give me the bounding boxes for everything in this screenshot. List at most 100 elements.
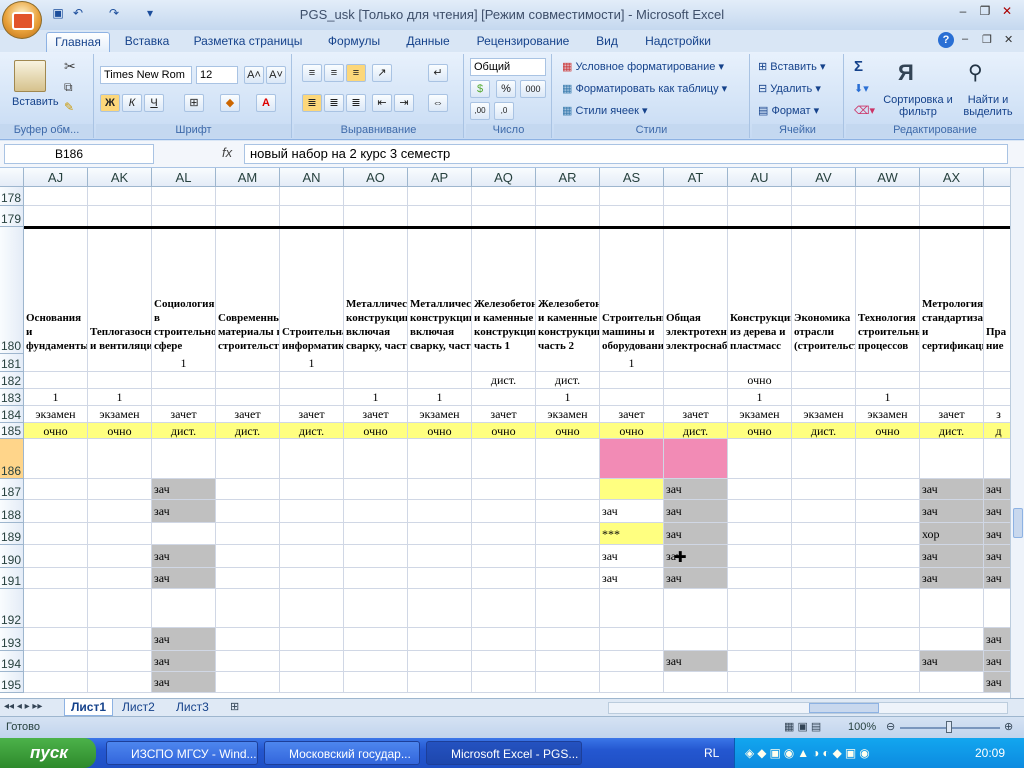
grid-cell[interactable] <box>216 479 280 500</box>
grid-cell[interactable] <box>88 206 152 227</box>
hscroll-thumb[interactable] <box>809 703 879 713</box>
grid-cell[interactable] <box>728 568 792 589</box>
grid-cell[interactable] <box>856 479 920 500</box>
horizontal-scrollbar[interactable] <box>608 702 1008 714</box>
grid-cell[interactable] <box>856 372 920 389</box>
insert-cells-button[interactable]: ⊞ Вставить ▾ <box>758 60 826 73</box>
bold-button[interactable]: Ж <box>100 94 120 112</box>
grid-cell[interactable] <box>24 568 88 589</box>
format-painter-icon[interactable]: ✎ <box>64 100 74 114</box>
mark-cell[interactable]: зач <box>664 568 728 589</box>
grid-cell[interactable] <box>344 439 408 479</box>
grid-cell[interactable] <box>536 651 600 672</box>
value-cell[interactable]: очно <box>24 423 88 439</box>
grid-cell[interactable] <box>88 589 152 628</box>
find-select-button[interactable]: Найти и выделить <box>956 94 1020 118</box>
grid-cell[interactable] <box>280 651 344 672</box>
grid-cell[interactable] <box>344 672 408 693</box>
mark-cell[interactable]: зач <box>984 672 1010 693</box>
grid-cell[interactable] <box>88 439 152 479</box>
grid-cell[interactable] <box>664 206 728 227</box>
grid-cell[interactable] <box>536 589 600 628</box>
grid-cell[interactable] <box>280 500 344 523</box>
value-cell[interactable]: экзамен <box>856 406 920 423</box>
grid-cell[interactable] <box>728 354 792 372</box>
grid-cell[interactable] <box>280 568 344 589</box>
grid-cell[interactable] <box>24 628 88 651</box>
grid-cell[interactable] <box>984 354 1010 372</box>
grid-cell[interactable] <box>280 206 344 227</box>
delete-cells-button[interactable]: ⊟ Удалить ▾ <box>758 82 821 95</box>
grid-cell[interactable] <box>280 628 344 651</box>
subject-header-cell[interactable]: Пра ние <box>984 227 1010 354</box>
language-indicator[interactable]: RL <box>704 746 719 760</box>
help-icon[interactable]: ? <box>938 32 954 48</box>
grid-cell[interactable] <box>472 589 536 628</box>
subject-header-cell[interactable]: Метрология, стандартизация и сертификаци… <box>920 227 984 354</box>
grid-cell[interactable] <box>856 187 920 206</box>
align-bottom-icon[interactable]: ≡ <box>346 64 366 82</box>
view-buttons-icon[interactable]: ▦ ▣ ▤ <box>784 720 821 733</box>
increase-indent-icon[interactable]: ⇥ <box>394 94 414 112</box>
cut-icon[interactable]: ✂ <box>64 58 76 75</box>
column-header[interactable]: AX <box>920 168 984 187</box>
tab-insert[interactable]: Вставка <box>116 32 178 52</box>
grid-cell[interactable] <box>216 589 280 628</box>
shrink-font-icon[interactable]: A˅ <box>266 66 286 84</box>
grid-cell[interactable] <box>728 479 792 500</box>
sheet-tab-3[interactable]: Лист3 <box>170 699 215 716</box>
grid-cell[interactable] <box>88 523 152 545</box>
column-header[interactable]: AL <box>152 168 216 187</box>
tab-addins[interactable]: Надстройки <box>638 32 718 52</box>
task-ie-1[interactable]: ИЗСПО МГСУ - Wind... <box>106 741 258 765</box>
mark-cell[interactable] <box>600 479 664 500</box>
value-cell[interactable]: зачет <box>280 406 344 423</box>
grid-cell[interactable] <box>24 523 88 545</box>
mark-cell[interactable]: зач <box>984 568 1010 589</box>
value-cell[interactable]: 1 <box>408 389 472 406</box>
zoom-out-icon[interactable]: ⊖ <box>886 720 895 733</box>
row-header[interactable]: 191 <box>0 568 24 589</box>
grid-cell[interactable] <box>408 500 472 523</box>
grid-cell[interactable] <box>280 589 344 628</box>
column-header[interactable]: AM <box>216 168 280 187</box>
grid-cell[interactable] <box>728 206 792 227</box>
mark-cell[interactable]: зач <box>152 568 216 589</box>
grid-cell[interactable] <box>984 206 1010 227</box>
grid-cell[interactable] <box>792 479 856 500</box>
percent-button[interactable]: % <box>496 80 516 98</box>
value-cell[interactable]: очно <box>344 423 408 439</box>
mark-cell[interactable]: зач <box>920 479 984 500</box>
grid-cell[interactable] <box>88 372 152 389</box>
grid-cell[interactable] <box>600 187 664 206</box>
subject-header-cell[interactable]: Металлические конструкции, включая сварк… <box>344 227 408 354</box>
grid-cell[interactable] <box>792 372 856 389</box>
mark-cell[interactable]: зач <box>984 545 1010 568</box>
grid-cell[interactable] <box>920 372 984 389</box>
subject-header-cell[interactable]: Основания и фундаменты <box>24 227 88 354</box>
grid-cell[interactable] <box>664 628 728 651</box>
grid-cell[interactable] <box>408 187 472 206</box>
row-header[interactable]: 190 <box>0 545 24 568</box>
grid-cell[interactable] <box>920 672 984 693</box>
value-cell[interactable]: з <box>984 406 1010 423</box>
grid-cell[interactable] <box>536 500 600 523</box>
value-cell[interactable]: очно <box>728 423 792 439</box>
grid-cell[interactable] <box>408 651 472 672</box>
thousands-button[interactable]: 000 <box>520 80 546 98</box>
grid-cell[interactable] <box>152 372 216 389</box>
grid-cell[interactable] <box>344 651 408 672</box>
grid-cell[interactable] <box>920 589 984 628</box>
grid-cell[interactable] <box>88 187 152 206</box>
subject-header-cell[interactable]: Железобетонные и каменные конструкции, ч… <box>472 227 536 354</box>
minimize-icon[interactable]: – <box>952 4 974 22</box>
grid-cell[interactable] <box>984 389 1010 406</box>
grid-cell[interactable] <box>920 389 984 406</box>
sheet-nav-icon[interactable]: ◂◂ ◂ ▸ ▸▸ <box>4 701 42 712</box>
value-cell[interactable]: 1 <box>88 389 152 406</box>
grow-font-icon[interactable]: A˄ <box>244 66 264 84</box>
grid-cell[interactable] <box>856 672 920 693</box>
column-header[interactable]: AN <box>280 168 344 187</box>
value-cell[interactable]: очно <box>536 423 600 439</box>
grid-cell[interactable] <box>24 206 88 227</box>
